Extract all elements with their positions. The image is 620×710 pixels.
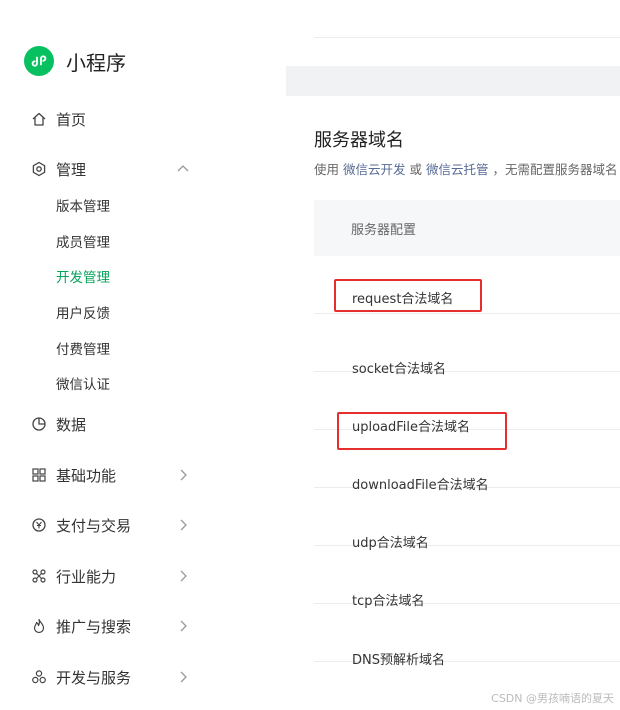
row-label: DNS预解析域名 bbox=[352, 653, 445, 668]
sidebar-subitem-version[interactable]: 版本管理 bbox=[56, 197, 110, 217]
highlight-box-request bbox=[334, 279, 482, 312]
column-header-server-config: 服务器配置 bbox=[351, 223, 417, 238]
sidebar-subitem-feedback[interactable]: 用户反馈 bbox=[56, 304, 110, 324]
sidebar-item-label: 基础功能 bbox=[56, 466, 117, 485]
sidebar-subitem-dev-manage[interactable]: 开发管理 bbox=[56, 268, 110, 288]
chevron-up-icon[interactable] bbox=[174, 160, 192, 178]
mini-program-logo-icon bbox=[24, 46, 54, 76]
sidebar-item-payment[interactable]: 支付与交易 bbox=[30, 513, 190, 537]
table-row: tcp合法域名 bbox=[314, 546, 620, 609]
sidebar: 小程序 首页 管理 版本管理 成员管理 开发管理 用户反馈 付费管理 微信认证 … bbox=[0, 0, 286, 710]
flame-icon bbox=[30, 617, 48, 635]
sidebar-subitem-billing[interactable]: 付费管理 bbox=[56, 340, 110, 360]
home-icon bbox=[30, 110, 48, 128]
table-header: 服务器配置 bbox=[314, 200, 620, 256]
chevron-right-icon[interactable] bbox=[174, 516, 192, 534]
sidebar-item-label: 开发与服务 bbox=[56, 668, 132, 687]
desc-prefix: 使用 bbox=[314, 162, 340, 177]
server-domain-card: 服务器域名 使用 微信云开发 或 微信云托管 ，无需配置服务器域名 服务器配置 … bbox=[286, 96, 620, 710]
grid-apps-icon bbox=[30, 466, 48, 484]
desc-or: 或 bbox=[409, 162, 423, 177]
sidebar-item-data[interactable]: 数据 bbox=[30, 412, 190, 436]
sidebar-item-label: 支付与交易 bbox=[56, 516, 132, 535]
hexagon-gear-icon bbox=[30, 160, 48, 178]
pie-chart-icon bbox=[30, 415, 48, 433]
sidebar-item-industry[interactable]: 行业能力 bbox=[30, 564, 190, 588]
sidebar-item-manage[interactable]: 管理 bbox=[30, 157, 190, 181]
highlight-box-uploadfile bbox=[337, 412, 507, 450]
chevron-right-icon[interactable] bbox=[174, 567, 192, 585]
sidebar-item-label: 数据 bbox=[56, 415, 87, 434]
previous-section-card bbox=[286, 0, 620, 66]
sidebar-item-home[interactable]: 首页 bbox=[30, 107, 190, 131]
sidebar-item-label: 行业能力 bbox=[56, 567, 117, 586]
chevron-right-icon[interactable] bbox=[174, 466, 192, 484]
sidebar-item-basic-features[interactable]: 基础功能 bbox=[30, 463, 190, 487]
chevron-right-icon[interactable] bbox=[174, 617, 192, 635]
sidebar-item-label: 管理 bbox=[56, 160, 87, 179]
sidebar-item-label: 首页 bbox=[56, 110, 87, 129]
chevron-right-icon[interactable] bbox=[174, 668, 192, 686]
table-row: DNS预解析域名 bbox=[314, 604, 620, 668]
sidebar-item-promotion[interactable]: 推广与搜索 bbox=[30, 614, 190, 638]
table-row: udp合法域名 bbox=[314, 488, 620, 551]
cloud-hosting-link[interactable]: 微信云托管 bbox=[426, 162, 489, 177]
sidebar-subitem-members[interactable]: 成员管理 bbox=[56, 233, 110, 253]
section-title: 服务器域名 bbox=[314, 130, 404, 151]
sidebar-item-label: 推广与搜索 bbox=[56, 617, 132, 636]
table-row: socket合法域名 bbox=[314, 314, 620, 377]
watermark: CSDN @男孩喃语的夏天 bbox=[491, 692, 614, 705]
app-title: 小程序 bbox=[66, 50, 126, 75]
nodes-icon bbox=[30, 567, 48, 585]
section-description: 使用 微信云开发 或 微信云托管 ，无需配置服务器域名 bbox=[314, 159, 618, 178]
app-logo[interactable]: 小程序 bbox=[24, 46, 126, 76]
sidebar-item-dev-services[interactable]: 开发与服务 bbox=[30, 665, 190, 689]
desc-suffix: ，无需配置服务器域名 bbox=[492, 162, 618, 177]
yen-coin-icon bbox=[30, 516, 48, 534]
divider bbox=[314, 37, 620, 38]
cloud-dev-link[interactable]: 微信云开发 bbox=[343, 162, 406, 177]
sidebar-subitem-wechat-verify[interactable]: 微信认证 bbox=[56, 375, 110, 395]
circles-cluster-icon bbox=[30, 668, 48, 686]
